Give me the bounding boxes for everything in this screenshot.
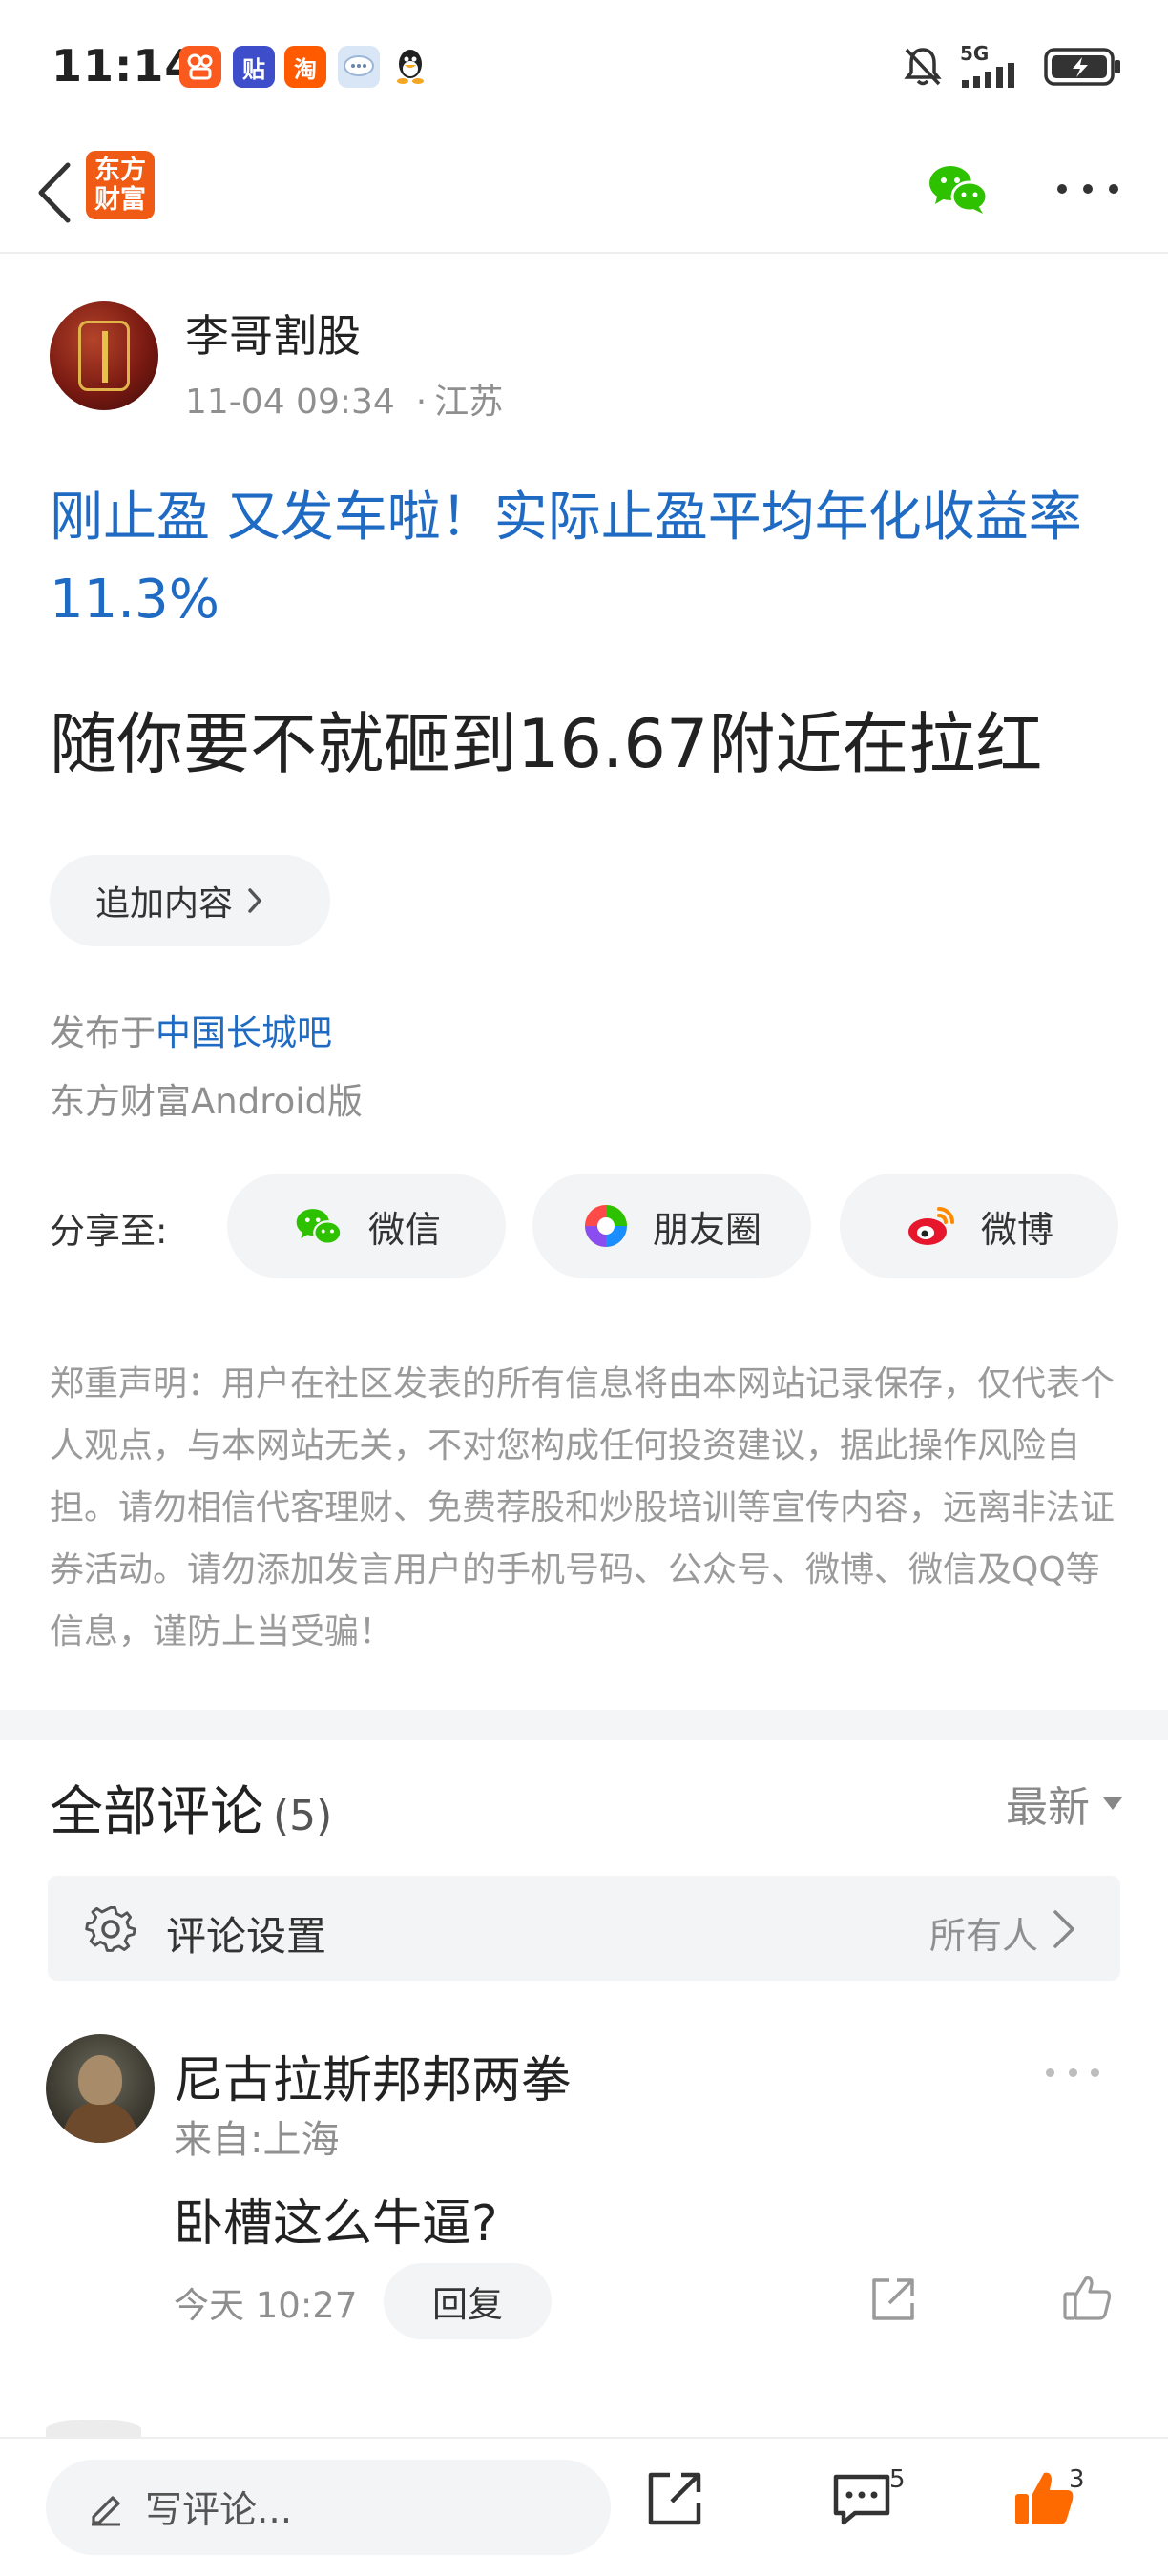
comments-title-label: 全部评论 (50, 1781, 263, 1843)
post-date: 11-04 09:34 (185, 383, 395, 422)
chevron-right-icon (248, 888, 261, 913)
share-wechat-label: 微信 (367, 1208, 441, 1251)
share-row: 分享至: 微信 朋友圈 微博 (50, 1174, 1128, 1278)
author-name[interactable]: 李哥割股 (185, 301, 361, 364)
bottom-action-bar: 写评论... 5 3 (0, 2437, 1168, 2576)
comments-title: 全部评论 (5) (50, 1769, 332, 1846)
more-options-button[interactable] (1050, 160, 1126, 218)
moments-icon (584, 1205, 627, 1247)
append-content-button[interactable]: 追加内容 (50, 855, 330, 946)
gear-icon (85, 1905, 136, 1952)
share-comment-icon[interactable] (866, 2273, 920, 2326)
meta-separator: · (415, 383, 428, 422)
kuaishou-app-icon (179, 46, 221, 88)
client-source: 东方财富Android版 (50, 1081, 364, 1122)
sort-dropdown[interactable]: 最新 (1006, 1773, 1122, 1834)
comment-settings-row[interactable]: 评论设置 所有人 (48, 1876, 1120, 1981)
commenter-name[interactable]: 尼古拉斯邦邦两拳 (174, 2040, 571, 2111)
more-dot-icon (1091, 2067, 1099, 2077)
like-count-badge: 3 (1069, 2465, 1085, 2494)
wechat-icon (296, 1209, 343, 1245)
caret-down-icon (1103, 1797, 1122, 1810)
back-arrow-icon (38, 162, 71, 223)
append-content-label: 追加内容 (95, 884, 234, 924)
network-label: 5G (960, 42, 990, 65)
taobao-app-icon: 淘 (284, 46, 326, 88)
share-weibo-label: 微博 (980, 1208, 1053, 1251)
more-dot-icon (1083, 184, 1093, 194)
signal-icon: 5G (960, 42, 1027, 88)
thumbs-up-icon[interactable] (1061, 2271, 1115, 2324)
wechat-share-nav-button[interactable] (924, 155, 992, 223)
status-indicators: 5G (903, 42, 1122, 88)
tieba-app-icon: 贴 (233, 46, 275, 88)
post-location: 江苏 (434, 383, 504, 422)
reply-button[interactable]: 回复 (384, 2263, 552, 2339)
share-moments-label: 朋友圈 (652, 1208, 761, 1251)
sort-label: 最新 (1006, 1783, 1090, 1832)
post-author-header: 李哥割股 11-04 09:34 · 江苏 (50, 301, 1118, 422)
board-link[interactable]: 中国长城吧 (156, 1012, 332, 1053)
share-label: 分享至: (50, 1211, 168, 1252)
top-nav-bar: 东方财富 (0, 134, 1168, 254)
share-icon[interactable] (641, 2465, 708, 2532)
share-moments-button[interactable]: 朋友圈 (532, 1174, 811, 1278)
pencil-icon (92, 2496, 120, 2526)
comment-more-button[interactable] (1046, 2063, 1099, 2082)
more-dot-icon (1057, 184, 1067, 194)
post-meta: 11-04 09:34 · 江苏 (185, 374, 503, 424)
author-avatar[interactable] (50, 301, 158, 410)
write-comment-input[interactable]: 写评论... (46, 2460, 611, 2555)
post-body: 随你要不就砸到16.67附近在拉红 (50, 705, 1043, 783)
more-dot-icon (1068, 2067, 1077, 2077)
next-comment-peek (46, 2420, 141, 2439)
back-button[interactable] (21, 153, 88, 233)
battery-icon (1044, 48, 1120, 86)
qq-app-icon (389, 46, 431, 88)
weibo-icon (907, 1207, 954, 1245)
write-comment-placeholder: 写评论... (145, 2489, 293, 2532)
mute-bell-icon (904, 48, 942, 86)
eastmoney-logo: 东方财富 (86, 151, 155, 219)
status-bar: 11:14 贴 淘 5G (0, 0, 1168, 134)
section-divider (0, 1710, 1168, 1740)
tieba-app-glyph: 贴 (242, 55, 265, 83)
more-dot-icon (1109, 184, 1118, 194)
chevron-right-icon (1053, 1910, 1074, 1948)
commenter-location: 来自:上海 (174, 2118, 340, 2162)
taobao-app-glyph: 淘 (294, 55, 317, 83)
comment-settings-value: 所有人 (928, 1915, 1038, 1957)
comment-item: 尼古拉斯邦邦两拳 来自:上海 卧槽这么牛逼? 今天 10:27 回复 (46, 2034, 1124, 2358)
comments-count: (5) (273, 1792, 333, 1840)
published-prefix: 发布于 (50, 1012, 156, 1053)
published-in: 发布于中国长城吧 (50, 1004, 332, 1055)
comment-icon[interactable] (828, 2465, 895, 2532)
comment-text: 卧槽这么牛逼? (174, 2195, 498, 2253)
share-wechat-button[interactable]: 微信 (227, 1174, 506, 1278)
more-dot-icon (1046, 2067, 1054, 2077)
wechat-icon (929, 166, 989, 214)
share-weibo-button[interactable]: 微博 (840, 1174, 1118, 1278)
commenter-avatar[interactable] (46, 2034, 155, 2143)
status-time: 11:14 (52, 40, 197, 92)
post-title[interactable]: 刚止盈 又发车啦！实际止盈平均年化收益率 11.3% (50, 477, 1118, 641)
chat-bubble-app-icon (338, 46, 380, 88)
comments-header: 全部评论 (5) 最新 (50, 1765, 1122, 1843)
comment-time: 今天 10:27 (174, 2285, 358, 2326)
comment-count-badge: 5 (889, 2465, 906, 2494)
disclaimer-text: 郑重声明：用户在社区发表的所有信息将由本网站记录保存，仅代表个人观点，与本网站无… (50, 1364, 1116, 1652)
comment-settings-label: 评论设置 (166, 1913, 327, 1960)
